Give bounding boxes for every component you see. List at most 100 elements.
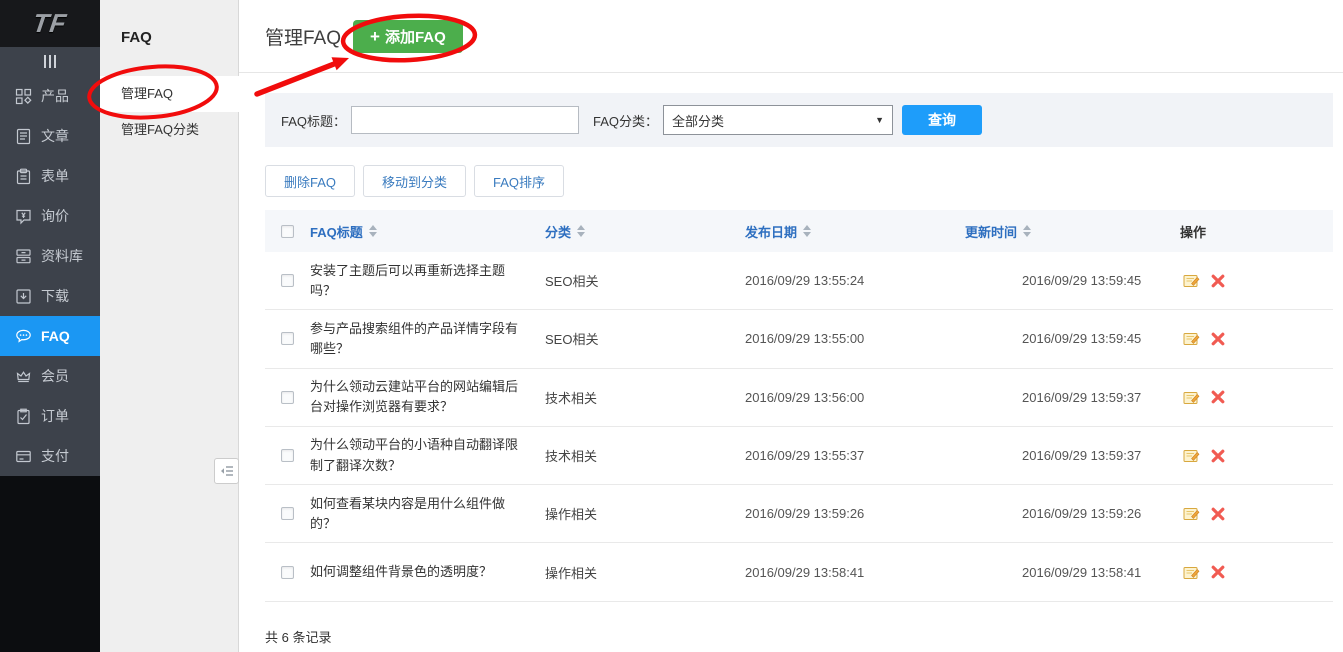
delete-faq-button[interactable]: 删除FAQ <box>265 165 355 197</box>
column-label: 操作 <box>1180 222 1206 241</box>
column-header-category[interactable]: 分类 <box>545 222 745 241</box>
select-all-checkbox[interactable] <box>281 225 294 238</box>
faq-category-cell: 操作相关 <box>545 563 745 582</box>
delete-icon[interactable] <box>1211 390 1225 404</box>
download-icon <box>15 288 32 305</box>
main-content: 管理FAQ + 添加FAQ FAQ标题： FAQ分类： 全部分类 ▼ 查询 删除… <box>239 0 1343 652</box>
sort-icon[interactable] <box>577 225 585 237</box>
secondary-sidebar: FAQ 管理FAQ 管理FAQ分类 <box>100 0 239 652</box>
column-label: 发布日期 <box>745 222 797 241</box>
faq-title-label: FAQ标题： <box>281 111 346 130</box>
sidebar-item-forms[interactable]: 表单 <box>0 156 100 196</box>
faq-category-cell: SEO相关 <box>545 329 745 348</box>
app-logo[interactable]: TF <box>0 0 100 47</box>
faq-title-cell: 安装了主题后可以再重新选择主题吗？ <box>310 261 545 301</box>
plus-icon: + <box>370 28 380 45</box>
delete-icon[interactable] <box>1211 507 1225 521</box>
publish-date-cell: 2016/09/29 13:55:37 <box>745 448 965 463</box>
row-checkbox[interactable] <box>281 274 294 287</box>
sidebar-item-label: 询价 <box>41 206 69 226</box>
faq-category-cell: 技术相关 <box>545 446 745 465</box>
update-time-cell: 2016/09/29 13:59:26 <box>965 506 1170 521</box>
delete-icon[interactable] <box>1211 332 1225 346</box>
sidebar-item-download[interactable]: 下载 <box>0 276 100 316</box>
header-checkbox-cell <box>265 225 310 238</box>
publish-date-cell: 2016/09/29 13:58:41 <box>745 565 965 580</box>
sidebar-item-faq[interactable]: FAQ <box>0 316 100 356</box>
faq-sort-button[interactable]: FAQ排序 <box>474 165 564 197</box>
content-area: FAQ标题： FAQ分类： 全部分类 ▼ 查询 删除FAQ 移动到分类 FAQ排… <box>239 73 1343 646</box>
column-header-actions: 操作 <box>1170 222 1333 241</box>
chevron-down-icon: ▼ <box>875 115 884 125</box>
sidebar-item-members[interactable]: 会员 <box>0 356 100 396</box>
grid-icon <box>15 88 32 105</box>
delete-icon[interactable] <box>1211 449 1225 463</box>
submenu-header: FAQ <box>100 0 238 76</box>
sidebar-item-payment[interactable]: 支付 <box>0 436 100 476</box>
delete-icon[interactable] <box>1211 565 1225 579</box>
sort-icon[interactable] <box>803 225 811 237</box>
panel-collapse-button[interactable] <box>214 458 239 484</box>
column-header-updated[interactable]: 更新时间 <box>965 222 1170 241</box>
faq-title-input[interactable] <box>351 106 579 134</box>
row-checkbox[interactable] <box>281 332 294 345</box>
column-header-title[interactable]: FAQ标题 <box>310 222 545 241</box>
table-row: 参与产品搜索组件的产品详情字段有哪些？ SEO相关 2016/09/29 13:… <box>265 310 1333 368</box>
publish-date-cell: 2016/09/29 13:55:24 <box>745 273 965 288</box>
column-header-published[interactable]: 发布日期 <box>745 222 965 241</box>
row-checkbox[interactable] <box>281 507 294 520</box>
faq-category-label: FAQ分类： <box>593 111 658 130</box>
sidebar-collapse-toggle[interactable] <box>0 47 100 76</box>
sidebar-item-label: 支付 <box>41 446 69 466</box>
sidebar-item-label: 下载 <box>41 286 69 306</box>
update-time-cell: 2016/09/29 13:58:41 <box>965 565 1170 580</box>
faq-category-cell: 操作相关 <box>545 504 745 523</box>
edit-icon[interactable] <box>1183 331 1200 346</box>
bulk-actions: 删除FAQ 移动到分类 FAQ排序 <box>265 165 1333 197</box>
edit-icon[interactable] <box>1183 448 1200 463</box>
table-row: 如何查看某块内容是用什么组件做的？ 操作相关 2016/09/29 13:59:… <box>265 485 1333 543</box>
submenu-item-manage-faq[interactable]: 管理FAQ <box>100 76 239 112</box>
sidebar-item-label: FAQ <box>41 328 70 344</box>
move-to-category-button[interactable]: 移动到分类 <box>363 165 466 197</box>
add-faq-button[interactable]: + 添加FAQ <box>353 20 463 53</box>
row-checkbox[interactable] <box>281 566 294 579</box>
sidebar-item-library[interactable]: 资料库 <box>0 236 100 276</box>
primary-menu: 产品 文章 表单 询价 资料库 下载 <box>0 47 100 476</box>
table-row: 为什么领动平台的小语种自动翻译限制了翻译次数？ 技术相关 2016/09/29 … <box>265 427 1333 485</box>
sidebar-item-products[interactable]: 产品 <box>0 76 100 116</box>
query-button[interactable]: 查询 <box>902 105 982 135</box>
search-panel: FAQ标题： FAQ分类： 全部分类 ▼ 查询 <box>265 93 1333 147</box>
edit-icon[interactable] <box>1183 390 1200 405</box>
edit-icon[interactable] <box>1183 273 1200 288</box>
column-label: 分类 <box>545 222 571 241</box>
faq-category-select[interactable]: 全部分类 ▼ <box>663 105 893 135</box>
sort-icon[interactable] <box>1023 225 1031 237</box>
faq-title-cell: 为什么领动平台的小语种自动翻译限制了翻译次数？ <box>310 435 545 475</box>
sidebar-item-label: 文章 <box>41 126 69 146</box>
publish-date-cell: 2016/09/29 13:56:00 <box>745 390 965 405</box>
sidebar-item-inquiry[interactable]: 询价 <box>0 196 100 236</box>
page-title: 管理FAQ <box>265 23 341 50</box>
sidebar-item-label: 表单 <box>41 166 69 186</box>
edit-icon[interactable] <box>1183 565 1200 580</box>
row-checkbox[interactable] <box>281 449 294 462</box>
sidebar-item-orders[interactable]: 订单 <box>0 396 100 436</box>
article-icon <box>15 128 32 145</box>
update-time-cell: 2016/09/29 13:59:45 <box>965 331 1170 346</box>
sidebar-item-articles[interactable]: 文章 <box>0 116 100 156</box>
row-checkbox[interactable] <box>281 391 294 404</box>
faq-title-cell: 为什么领动云建站平台的网站编辑后台对操作浏览器有要求？ <box>310 377 545 417</box>
submenu-item-manage-faq-categories[interactable]: 管理FAQ分类 <box>100 112 238 148</box>
logo-text: TF <box>31 8 69 39</box>
table-row: 安装了主题后可以再重新选择主题吗？ SEO相关 2016/09/29 13:55… <box>265 252 1333 310</box>
primary-sidebar: TF 产品 文章 表单 询价 资料库 <box>0 0 100 652</box>
edit-icon[interactable] <box>1183 506 1200 521</box>
sort-icon[interactable] <box>369 225 377 237</box>
app-window: TF 产品 文章 表单 询价 资料库 <box>0 0 1343 652</box>
add-faq-button-label: 添加FAQ <box>385 26 446 47</box>
update-time-cell: 2016/09/29 13:59:37 <box>965 390 1170 405</box>
sidebar-item-label: 资料库 <box>41 246 83 266</box>
delete-icon[interactable] <box>1211 274 1225 288</box>
sidebar-item-label: 会员 <box>41 366 69 386</box>
